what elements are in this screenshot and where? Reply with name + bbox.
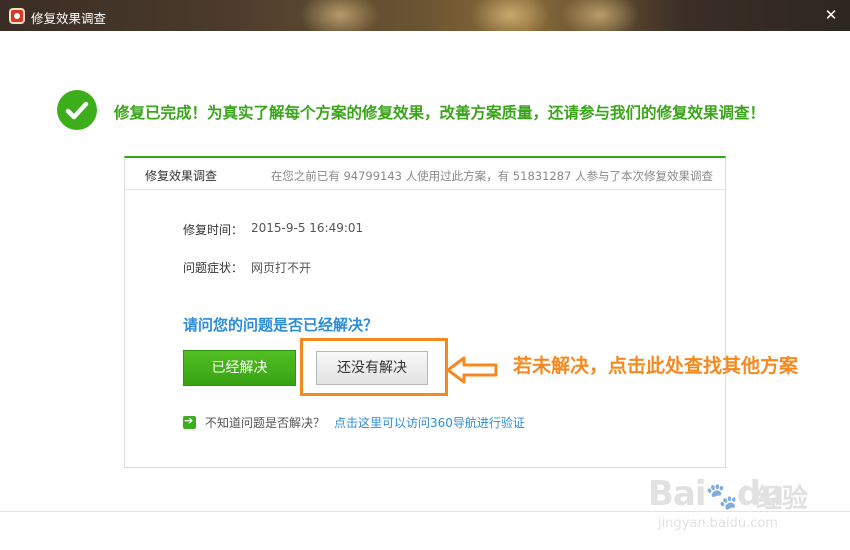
- watermark-label: 经验: [756, 484, 809, 514]
- verify-link[interactable]: 点击这里可以访问360导航进行验证: [334, 414, 525, 431]
- repair-time-value: 2015-9-5 16:49:01: [251, 221, 364, 235]
- titlebar-glow: [300, 0, 380, 31]
- symptom-value: 网页打不开: [251, 261, 312, 275]
- titlebar-glow: [560, 0, 640, 31]
- success-message: 修复已完成！为真实了解每个方案的修复效果，改善方案质量，还请参与我们的修复效果调…: [114, 104, 766, 122]
- symptom-label: 问题症状：: [183, 261, 244, 275]
- arrow-right-icon: [183, 414, 196, 429]
- baidu-watermark: Bai🐾du 经验 jingyan.baidu.com: [648, 472, 848, 542]
- unknown-status-text: 不知道问题是否解决？: [205, 416, 326, 430]
- unsolved-button[interactable]: 还没有解决: [316, 351, 428, 385]
- card-title: 修复效果调查: [145, 169, 218, 183]
- resolved-question: 请问您的问题是否已经解决？: [183, 316, 379, 334]
- window-title: 修复效果调查: [31, 11, 107, 26]
- left-arrow-icon: [446, 356, 498, 384]
- close-button[interactable]: ✕: [820, 4, 842, 26]
- app-logo-icon: [9, 8, 25, 24]
- annotation-text: 若未解决，点击此处查找其他方案: [513, 355, 799, 377]
- card-header: 修复效果调查 在您之前已有 94799143 人使用过此方案，有 5183128…: [125, 158, 725, 190]
- check-circle-icon: [57, 90, 97, 130]
- solved-button[interactable]: 已经解决: [183, 350, 296, 386]
- survey-stats: 在您之前已有 94799143 人使用过此方案，有 51831287 人参与了本…: [270, 169, 713, 183]
- watermark-url: jingyan.baidu.com: [658, 516, 778, 531]
- title-bar: 修复效果调查 ✕: [0, 0, 850, 31]
- repair-time-label: 修复时间：: [183, 223, 244, 237]
- survey-card: 修复效果调查 在您之前已有 94799143 人使用过此方案，有 5183128…: [124, 156, 726, 468]
- titlebar-glow: [470, 0, 550, 31]
